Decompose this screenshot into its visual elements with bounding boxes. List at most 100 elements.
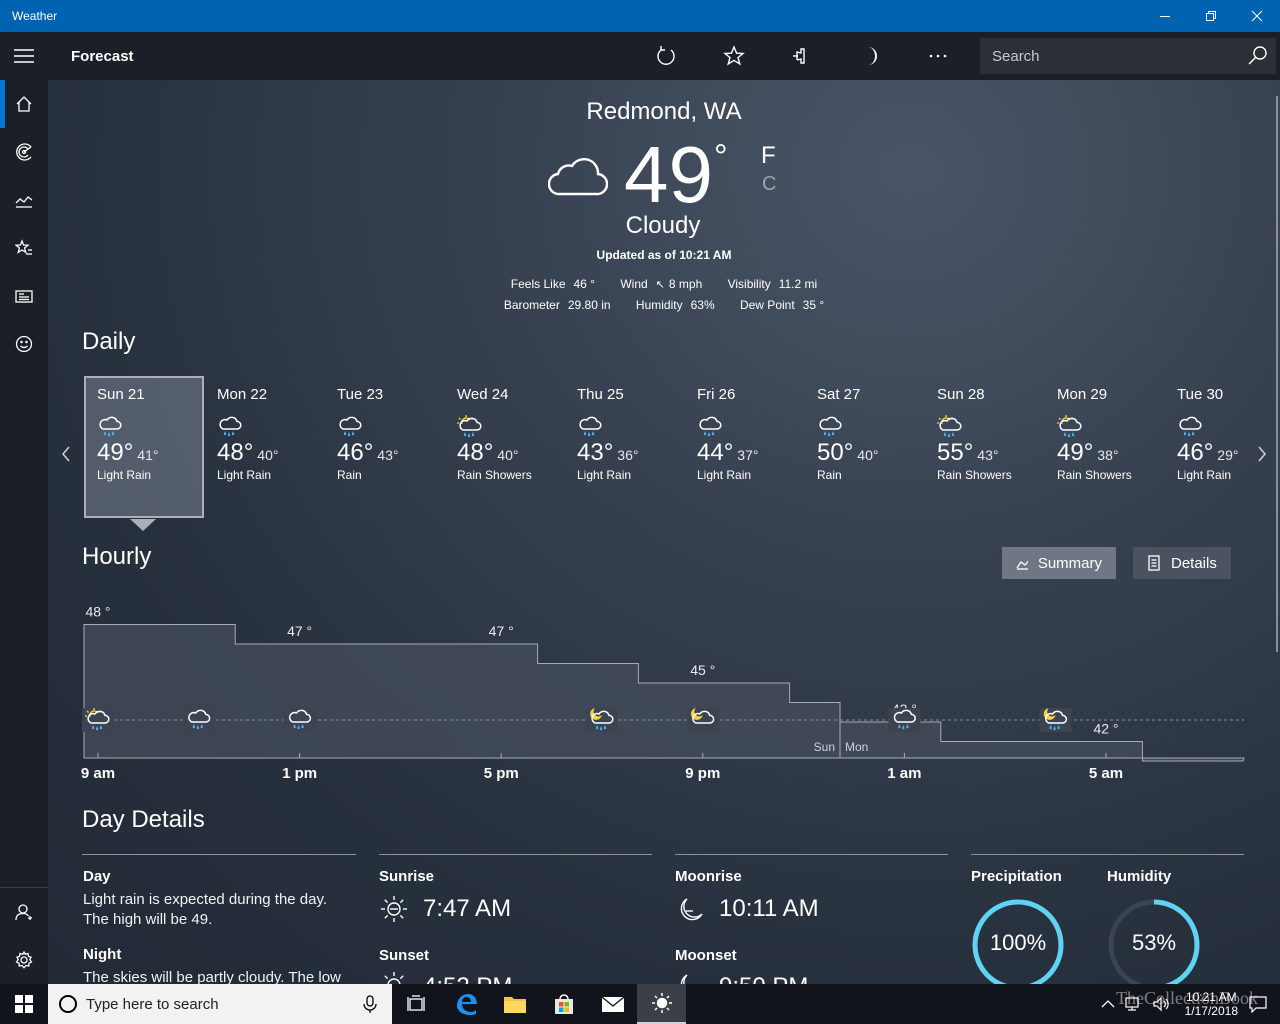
mail-app[interactable] (588, 984, 637, 1024)
summary-toggle-button[interactable]: Summary (1002, 547, 1116, 579)
taskbar: Type here to search 10:21 AM 1/17/2018 T… (0, 984, 1280, 1024)
nav-historical[interactable] (0, 176, 48, 224)
day-high: 46° (337, 439, 374, 466)
document-icon (1148, 555, 1160, 571)
rain-cloud-icon (339, 416, 362, 437)
rain-cloud-icon (699, 416, 722, 437)
rain-cloud-icon (819, 416, 842, 437)
nav-settings[interactable] (0, 936, 48, 984)
daily-forecast-day[interactable]: Mon 29 49° 38° Rain Showers (1044, 376, 1164, 518)
microphone-icon[interactable] (360, 994, 380, 1014)
location-name: Redmond, WA (586, 98, 742, 125)
day-condition: Rain (817, 468, 842, 482)
close-icon (1251, 10, 1263, 22)
chevron-up-icon[interactable] (1101, 999, 1115, 1009)
hourly-tick-label: 5 pm (484, 765, 519, 782)
restore-button[interactable] (1188, 0, 1234, 32)
night-summary-line-1: The skies will be partly cloudy. The low (83, 969, 341, 984)
scrollbar[interactable] (1276, 96, 1278, 652)
daily-forecast-day[interactable]: Tue 30 46° 29° Light Rain (1164, 376, 1280, 518)
humidity-value: 63% (690, 298, 715, 312)
nav-places[interactable] (0, 224, 48, 272)
file-explorer-app[interactable] (490, 984, 539, 1024)
start-button[interactable] (0, 984, 48, 1024)
minimize-button[interactable] (1142, 0, 1188, 32)
day-low: 37° (737, 447, 759, 463)
moon-icon (868, 47, 877, 65)
nav-news[interactable] (0, 272, 48, 320)
theme-button[interactable] (836, 32, 904, 80)
hourly-tick-label: 5 am (1089, 765, 1123, 782)
nav-feedback[interactable] (0, 320, 48, 368)
hourly-temp-label: 45 ° (690, 662, 715, 678)
search-button[interactable] (1240, 38, 1276, 74)
refresh-icon (657, 46, 675, 65)
day-low: 29° (1217, 447, 1239, 463)
day-low: 41° (137, 447, 159, 463)
sun-rain-icon (1057, 415, 1082, 438)
unit-fahrenheit[interactable]: F (761, 142, 776, 170)
day-high: 44° (697, 439, 734, 466)
current-condition: Cloudy (625, 212, 701, 239)
divider (675, 854, 948, 855)
day-name: Mon 29 (1057, 386, 1108, 403)
details-toggle-button[interactable]: Details (1133, 547, 1231, 579)
daily-forecast-day[interactable]: Thu 25 43° 36° Light Rain (564, 376, 684, 518)
watermark: TheCollectionBook (1116, 988, 1258, 1008)
task-view-button[interactable] (392, 984, 441, 1024)
observations-row-1: Feels Like 46 ° Wind ↖ 8 mph Visibility 11.2… (48, 277, 1280, 291)
weather-app[interactable] (637, 984, 686, 1024)
news-icon (15, 290, 33, 303)
daily-forecast-day[interactable]: Tue 23 46° 43° Rain (324, 376, 444, 518)
day-low: 36° (617, 447, 639, 463)
refresh-button[interactable] (632, 32, 700, 80)
daily-forecast-day[interactable]: Sun 21 49° 41° Light Rain (84, 376, 204, 518)
daily-forecast-day[interactable]: Mon 22 48° 40° Light Rain (204, 376, 324, 518)
rain-cloud-icon (219, 416, 242, 437)
more-button[interactable] (904, 32, 972, 80)
pin-button[interactable] (768, 32, 836, 80)
barometer-label: Barometer (503, 298, 560, 312)
app-title: Weather (12, 9, 58, 23)
current-temperature: 49 (624, 130, 713, 219)
hamburger-menu-button[interactable] (0, 32, 48, 80)
rain-cloud-icon (99, 416, 122, 437)
daily-forecast-day[interactable]: Sat 27 50° 40° Rain (804, 376, 924, 518)
feels-like-label: Feels Like (510, 277, 566, 291)
edge-app[interactable] (441, 984, 490, 1024)
hourly-tick-label: 1 pm (282, 765, 317, 782)
daily-forecast-day[interactable]: Wed 24 48° 40° Rain Showers (444, 376, 564, 518)
nav-forecast[interactable] (0, 80, 48, 128)
store-app[interactable] (539, 984, 588, 1024)
favorites-list-icon (15, 239, 32, 255)
wind-label: Wind (620, 277, 648, 291)
hourly-tick-label: 1 am (887, 765, 921, 782)
unit-celsius[interactable]: C (762, 173, 776, 196)
sun-rain-icon (457, 415, 482, 438)
nav-maps[interactable] (0, 128, 48, 176)
search-input[interactable] (992, 47, 1240, 65)
updated-time: Updated as of 10:21 AM (596, 248, 732, 262)
divider (971, 854, 1244, 855)
summary-label: Summary (1037, 554, 1102, 572)
close-button[interactable] (1234, 0, 1280, 32)
taskbar-search-text: Type here to search (86, 995, 219, 1013)
home-icon (16, 96, 32, 112)
moonset-label: Moonset (675, 947, 737, 964)
restore-icon (1206, 11, 1216, 21)
feels-like-value: 46 ° (573, 277, 595, 291)
favorite-button[interactable] (700, 32, 768, 80)
barometer-value: 29.80 in (567, 298, 611, 312)
day-high: 49° (97, 439, 134, 466)
day-low: 43° (377, 447, 399, 463)
moonset-time: 9:50 PM (719, 973, 808, 984)
daily-forecast-day[interactable]: Sun 28 55° 43° Rain Showers (924, 376, 1044, 518)
sunset-label: Sunset (379, 947, 430, 964)
daily-forecast-day[interactable]: Fri 26 44° 37° Light Rain (684, 376, 804, 518)
taskbar-search-box[interactable]: Type here to search (48, 984, 392, 1024)
humidity-detail-label: Humidity (1107, 868, 1172, 885)
daily-prev-button[interactable] (56, 444, 76, 464)
nav-account[interactable] (0, 888, 48, 936)
moonrise-label: Moonrise (675, 868, 742, 885)
day-low: 40° (497, 447, 519, 463)
